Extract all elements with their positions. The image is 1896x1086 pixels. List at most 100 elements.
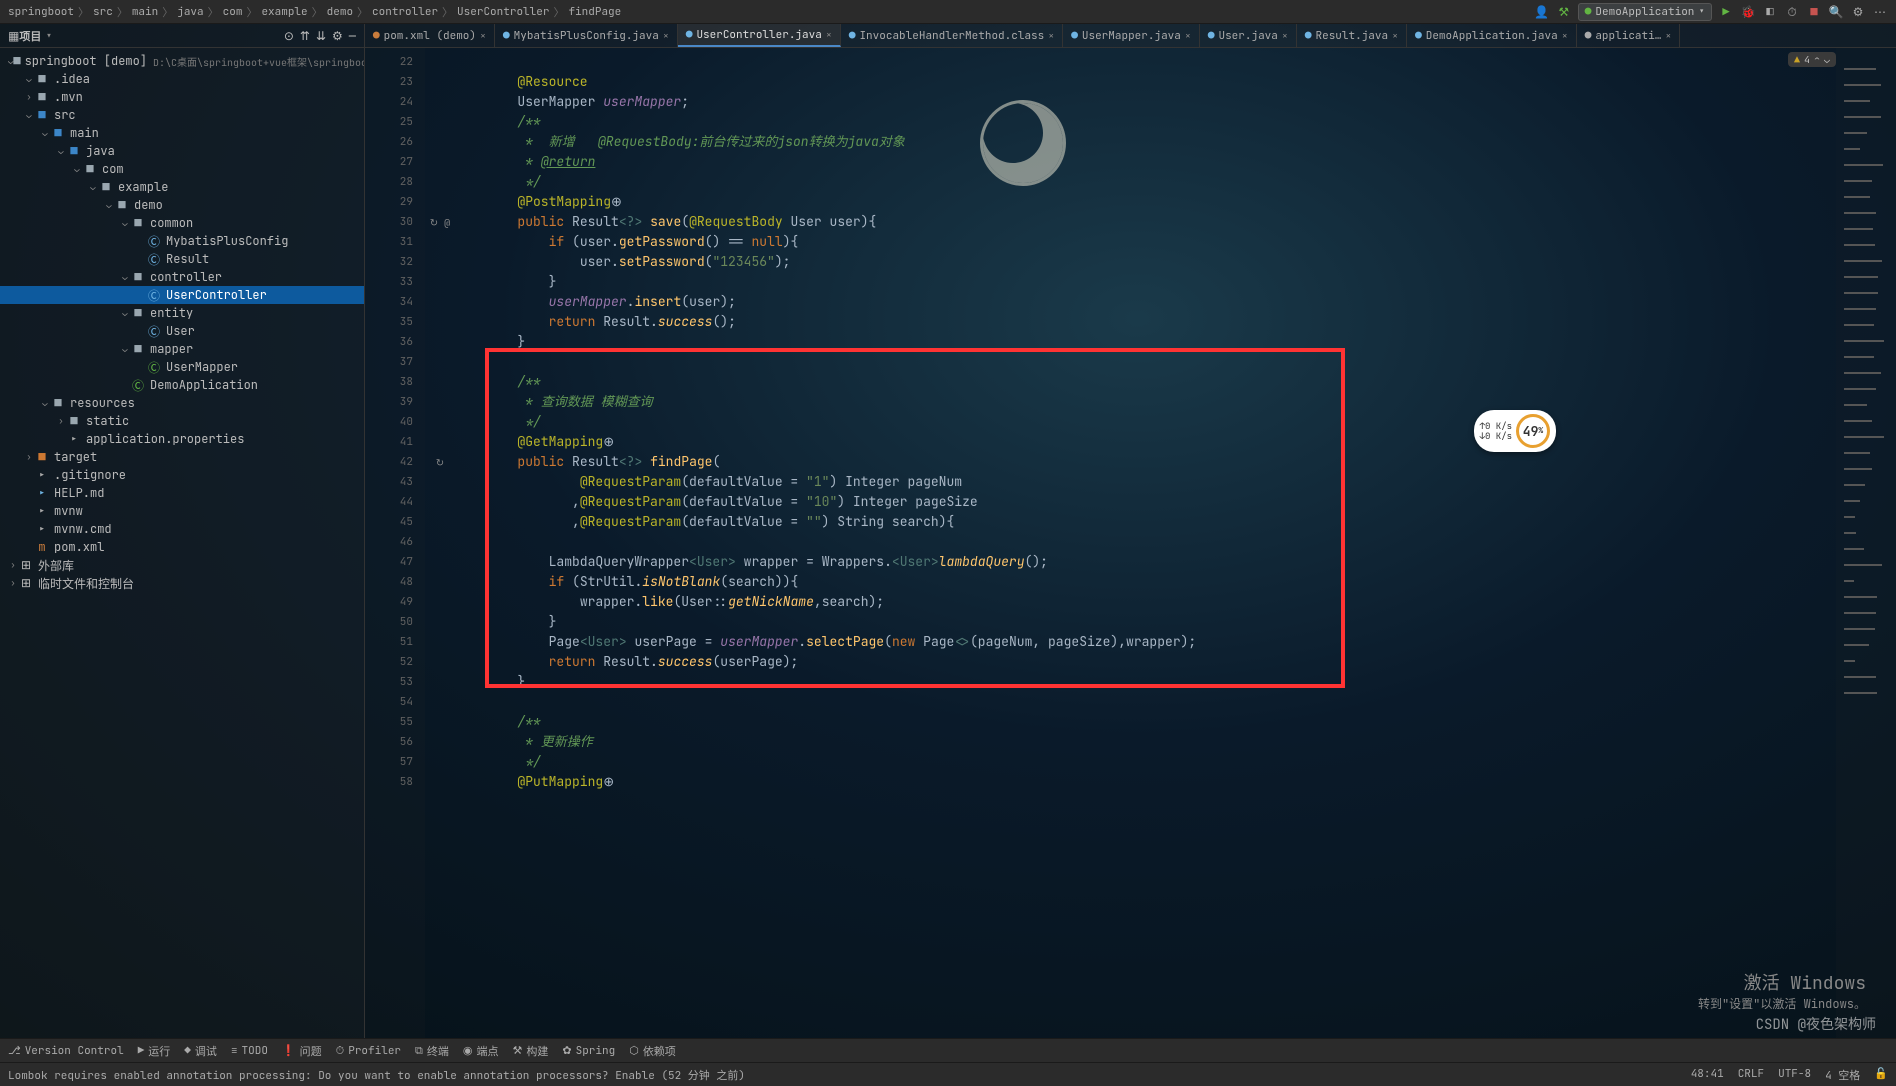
breadcrumb-item[interactable]: main [132,5,158,19]
code-line[interactable]: /** [455,112,1836,132]
tree-node[interactable]: ⌄■src [0,106,364,124]
gutter-icon[interactable] [425,292,455,312]
code-line[interactable]: * 查询数据 模糊查询 [455,392,1836,412]
code-line[interactable]: /** [455,372,1836,392]
gutter-icon[interactable] [425,252,455,272]
tree-node[interactable]: ›■.mvn [0,88,364,106]
line-number[interactable]: 38 [365,372,425,392]
breadcrumb-item[interactable]: example [261,5,307,19]
line-number[interactable]: 31 [365,232,425,252]
tool-window-button[interactable]: ◆调试 [184,1043,217,1059]
status-message[interactable]: Lombok requires enabled annotation proce… [8,1067,745,1083]
expand-arrow[interactable]: ⌄ [120,271,130,283]
close-tab-icon[interactable]: × [1185,29,1191,42]
expand-arrow[interactable]: ⌄ [104,199,114,211]
tree-node[interactable]: ›■static [0,412,364,430]
editor-tab[interactable]: ●InvocableHandlerMethod.class× [841,24,1063,47]
close-tab-icon[interactable]: × [826,28,832,41]
editor-tab[interactable]: ●pom.xml (demo)× [365,24,495,47]
gutter-icon[interactable] [425,352,455,372]
line-number[interactable]: 49 [365,592,425,612]
breadcrumb-item[interactable]: findPage [568,5,621,19]
code-line[interactable]: @PutMapping⊕ [455,772,1836,792]
expand-arrow[interactable]: ⌄ [120,343,130,355]
tree-node[interactable]: ›■target [0,448,364,466]
expand-arrow[interactable]: ⌄ [72,163,82,175]
line-number[interactable]: 23 [365,72,425,92]
close-tab-icon[interactable]: × [663,29,669,42]
gutter-icon[interactable] [425,332,455,352]
line-number[interactable]: 43 [365,472,425,492]
indent-info[interactable]: 4 空格 [1825,1067,1860,1083]
tool-window-button[interactable]: ≡TODO [231,1044,268,1058]
expand-arrow[interactable]: ⌄ [40,397,50,409]
tree-node[interactable]: ⒸUser [0,322,364,340]
gutter-icon[interactable] [425,772,455,792]
close-tab-icon[interactable]: × [1048,29,1054,42]
expand-arrow[interactable]: ⌄ [88,181,98,193]
lock-icon[interactable]: 🔓 [1874,1067,1888,1083]
expand-arrow[interactable]: › [24,451,34,463]
tree-node[interactable]: ⌄■demo [0,196,364,214]
line-number[interactable]: 30 [365,212,425,232]
gutter-icon[interactable] [425,492,455,512]
tool-window-button[interactable]: ▶运行 [138,1043,171,1059]
code-line[interactable]: } [455,332,1836,352]
gutter-icon[interactable] [425,752,455,772]
line-number[interactable]: 40 [365,412,425,432]
tree-node[interactable]: ⌄■entity [0,304,364,322]
tree-node[interactable]: ⒸResult [0,250,364,268]
code-line[interactable]: UserMapper userMapper; [455,92,1836,112]
code-line[interactable]: } [455,272,1836,292]
breadcrumb-item[interactable]: src [93,5,113,19]
gutter-icon[interactable] [425,592,455,612]
gutter-icon[interactable] [425,52,455,72]
panel-settings-icon[interactable]: ⚙ [332,28,343,44]
tree-node[interactable]: ⌄■com [0,160,364,178]
code-line[interactable]: @PostMapping⊕ [455,192,1836,212]
line-number[interactable]: 26 [365,132,425,152]
gutter-icon[interactable] [425,672,455,692]
tree-node[interactable]: ⒸMybatisPlusConfig [0,232,364,250]
tool-window-button[interactable]: ◉端点 [463,1043,499,1059]
add-user-icon[interactable]: 👤 [1534,4,1550,20]
line-number[interactable]: 44 [365,492,425,512]
breadcrumb-item[interactable]: demo [327,5,353,19]
line-number[interactable]: 47 [365,552,425,572]
code-line[interactable] [455,52,1836,72]
editor-tab[interactable]: ●applicati…× [1577,24,1681,47]
gutter-icon[interactable] [425,132,455,152]
line-separator[interactable]: CRLF [1738,1067,1764,1083]
close-tab-icon[interactable]: × [1392,29,1398,42]
gutter-icon[interactable] [425,732,455,752]
tree-node[interactable]: ›⊞临时文件和控制台 [0,574,364,592]
gutter-icon[interactable] [425,92,455,112]
network-speed-widget[interactable]: ↑0 K/s↓0 K/s 49% [1474,410,1556,452]
gutter-icon[interactable] [425,272,455,292]
code-line[interactable]: * @return [455,152,1836,172]
code-line[interactable]: return Result.success(userPage); [455,652,1836,672]
tool-window-button[interactable]: ⧉终端 [415,1043,449,1059]
caret-position[interactable]: 48:41 [1691,1067,1724,1083]
code-line[interactable]: LambdaQueryWrapper<User> wrapper = Wrapp… [455,552,1836,572]
tree-node[interactable]: ⌄■mapper [0,340,364,358]
code-line[interactable] [455,532,1836,552]
code-line[interactable]: } [455,672,1836,692]
breadcrumb-item[interactable]: java [177,5,203,19]
line-number[interactable]: 50 [365,612,425,632]
code-line[interactable]: user.setPassword("123456"); [455,252,1836,272]
gutter-icon[interactable] [425,712,455,732]
close-tab-icon[interactable]: × [480,29,486,42]
profile-icon[interactable]: ⏱ [1784,4,1800,20]
expand-arrow[interactable]: › [56,415,66,427]
expand-arrow[interactable]: ⌄ [120,217,130,229]
code-editor[interactable]: @Resource UserMapper userMapper; /** * 新… [455,48,1836,1038]
close-tab-icon[interactable]: × [1282,29,1288,42]
expand-arrow[interactable]: › [8,559,18,571]
tree-node[interactable]: ⌄■.idea [0,70,364,88]
tree-node[interactable]: ⒸUserMapper [0,358,364,376]
expand-arrow[interactable]: ⌄ [120,307,130,319]
line-number[interactable]: 22 [365,52,425,72]
breadcrumb-item[interactable]: UserController [457,5,549,19]
line-number[interactable]: 52 [365,652,425,672]
